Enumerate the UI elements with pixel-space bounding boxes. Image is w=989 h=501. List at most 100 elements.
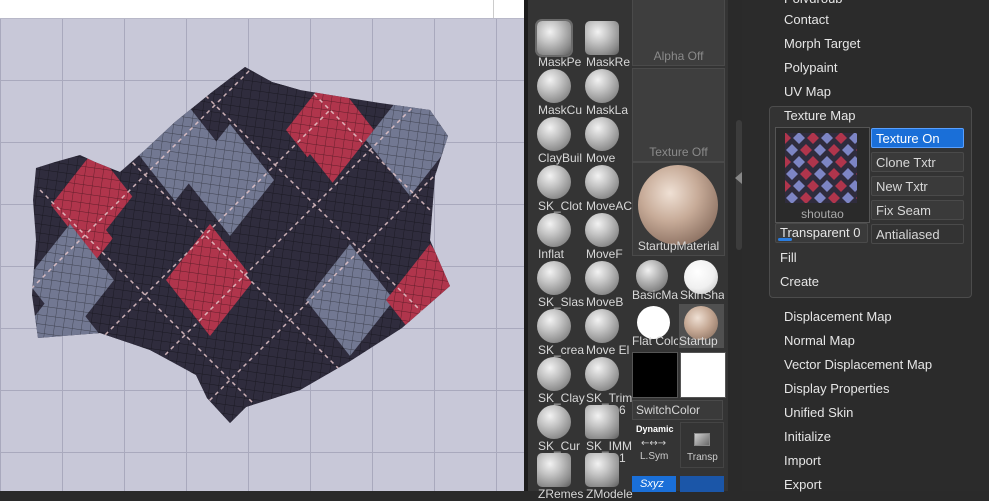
brush-thumb-icon	[537, 165, 571, 199]
menu-item-export[interactable]: Export	[784, 477, 822, 492]
menu-item-normal-map[interactable]: Normal Map	[784, 333, 855, 348]
brush-thumb-icon	[537, 21, 571, 55]
alpha-slot[interactable]: Alpha Off	[632, 0, 725, 66]
xyz-label: Sxyz	[640, 478, 664, 490]
fill-button[interactable]: Fill	[775, 248, 965, 268]
menu-item-cut[interactable]: Polygroup	[784, 0, 844, 3]
brush-maskcu[interactable]: MaskCu	[530, 66, 582, 117]
brush-thumb-icon	[537, 453, 571, 487]
lsym-arrows-icon: ←↔→	[641, 438, 667, 449]
partial-label-1: 1	[619, 451, 626, 465]
menu-item-morph-target[interactable]: Morph Target	[784, 36, 860, 51]
material-slot[interactable]: StartupMaterial	[632, 162, 725, 256]
transparent-slider[interactable]: Transparent 0	[775, 223, 868, 243]
brush-thumb-icon	[585, 309, 619, 343]
brush-thumb-icon	[585, 405, 619, 439]
new-txtr-button[interactable]: New Txtr	[871, 176, 964, 196]
brush-sk-imm[interactable]: SK_IMM	[578, 402, 632, 453]
brush-sk-slas[interactable]: SK_Slas	[530, 258, 584, 309]
alpha-label: Alpha Off	[653, 49, 704, 63]
material-label: StartupMaterial	[637, 239, 720, 253]
switch-color-button[interactable]: SwitchColor	[632, 400, 723, 420]
brush-thumb-icon	[537, 213, 571, 247]
texture-label: Texture Off	[649, 145, 708, 159]
texture-slot[interactable]: Texture Off	[632, 68, 725, 162]
menu-item-import[interactable]: Import	[784, 453, 821, 468]
transp-button[interactable]: Transp	[680, 422, 724, 468]
move-button[interactable]	[680, 476, 724, 492]
clone-txtr-button[interactable]: Clone Txtr	[871, 152, 964, 172]
material-flatcolor[interactable]: Flat Colo	[632, 304, 678, 350]
texture-on-button[interactable]: Texture On	[871, 128, 964, 148]
brush-thumb-icon	[585, 21, 619, 55]
menu-item-display-properties[interactable]: Display Properties	[784, 381, 890, 396]
brush-moveb[interactable]: MoveB	[578, 258, 624, 309]
collapse-arrow-icon[interactable]	[735, 172, 742, 184]
menu-item-unified-skin[interactable]: Unified Skin	[784, 405, 853, 420]
brush-move[interactable]: Move	[578, 114, 624, 165]
menu-item-vector-displacement-map[interactable]: Vector Displacement Map	[784, 357, 932, 372]
lsym-label: L.Sym	[640, 451, 669, 462]
brush-thumb-icon	[585, 69, 619, 103]
brush-thumb-icon	[585, 453, 619, 487]
switch-color-label: SwitchColor	[636, 403, 701, 417]
brush-sk-clay[interactable]: SK_Clay	[530, 354, 585, 405]
menu-item-initialize[interactable]: Initialize	[784, 429, 831, 444]
brush-sk-cur[interactable]: SK_Cur	[530, 402, 580, 453]
create-button[interactable]: Create	[775, 272, 965, 292]
fix-seam-button[interactable]: Fix Seam	[871, 200, 964, 220]
brush-thumb-icon	[537, 69, 571, 103]
create-label: Create	[780, 274, 820, 289]
material-skin[interactable]: SkinSha	[680, 258, 726, 304]
mesh-model[interactable]	[0, 0, 524, 491]
brush-label: ZModele	[586, 487, 633, 501]
transparent-slider-fill	[778, 238, 792, 241]
brush-thumb-icon	[537, 261, 571, 295]
brush-moveac[interactable]: MoveAC	[578, 162, 632, 213]
partial-label-6: 6	[619, 403, 626, 417]
brush-thumb-icon	[585, 213, 619, 247]
brush-sk-trim[interactable]: SK_Trim	[578, 354, 632, 405]
brush-sk-clot[interactable]: SK_Clot	[530, 162, 582, 213]
texture-map-title[interactable]: Texture Map	[784, 108, 856, 123]
material-flatcolor-label: Flat Colo	[632, 334, 678, 348]
transp-icon	[694, 433, 710, 446]
material-startup[interactable]: Startup	[679, 304, 724, 348]
brush-thumb-icon	[585, 117, 619, 151]
brush-sk-crea[interactable]: SK_crea	[530, 306, 584, 357]
menu-item-displacement-map[interactable]: Displacement Map	[784, 309, 892, 324]
brush-thumb-icon	[585, 165, 619, 199]
brush-thumb-icon	[537, 357, 571, 391]
material-basic-label: BasicMa	[632, 288, 678, 302]
menu-item-polypaint[interactable]: Polypaint	[784, 60, 837, 75]
lsym-button[interactable]: Dynamic ←↔→ L.Sym	[632, 422, 676, 468]
argyle-pattern	[32, 67, 450, 423]
brush-move-el[interactable]: Move El	[578, 306, 629, 357]
menu-item-uv-map[interactable]: UV Map	[784, 84, 831, 99]
brush-thumb-icon	[537, 309, 571, 343]
brush-maskla[interactable]: MaskLa	[578, 66, 628, 117]
transp-label: Transp	[687, 452, 718, 463]
secondary-color-swatch[interactable]	[680, 352, 726, 398]
xyz-symmetry-button[interactable]: Sxyz	[632, 476, 676, 492]
brush-thumb-icon	[585, 261, 619, 295]
menu-item-contact[interactable]: Contact	[784, 12, 829, 27]
brush-inflat[interactable]: Inflat	[530, 210, 576, 261]
brush-claybuil[interactable]: ClayBuil	[530, 114, 582, 165]
brush-maskpe[interactable]: MaskPe	[530, 18, 581, 69]
brush-maskre[interactable]: MaskRe	[578, 18, 630, 69]
material-skin-label: SkinSha	[680, 288, 724, 302]
brush-thumb-icon	[585, 357, 619, 391]
brush-selectr[interactable]: SelectR	[530, 0, 576, 18]
texture-argyle-image	[785, 133, 857, 203]
main-color-swatch[interactable]	[632, 352, 678, 398]
material-preview-sphere	[638, 165, 718, 245]
material-basic[interactable]: BasicMa	[632, 258, 678, 304]
fill-label: Fill	[780, 250, 797, 265]
brush-movef[interactable]: MoveF	[578, 210, 624, 261]
brush-selectla[interactable]: SelectLa	[578, 0, 624, 18]
canvas-viewport[interactable]	[0, 0, 524, 491]
antialiased-button[interactable]: Antialiased	[871, 224, 964, 244]
brush-thumb-icon	[537, 405, 571, 439]
material-startup-label: Startup	[679, 334, 718, 348]
